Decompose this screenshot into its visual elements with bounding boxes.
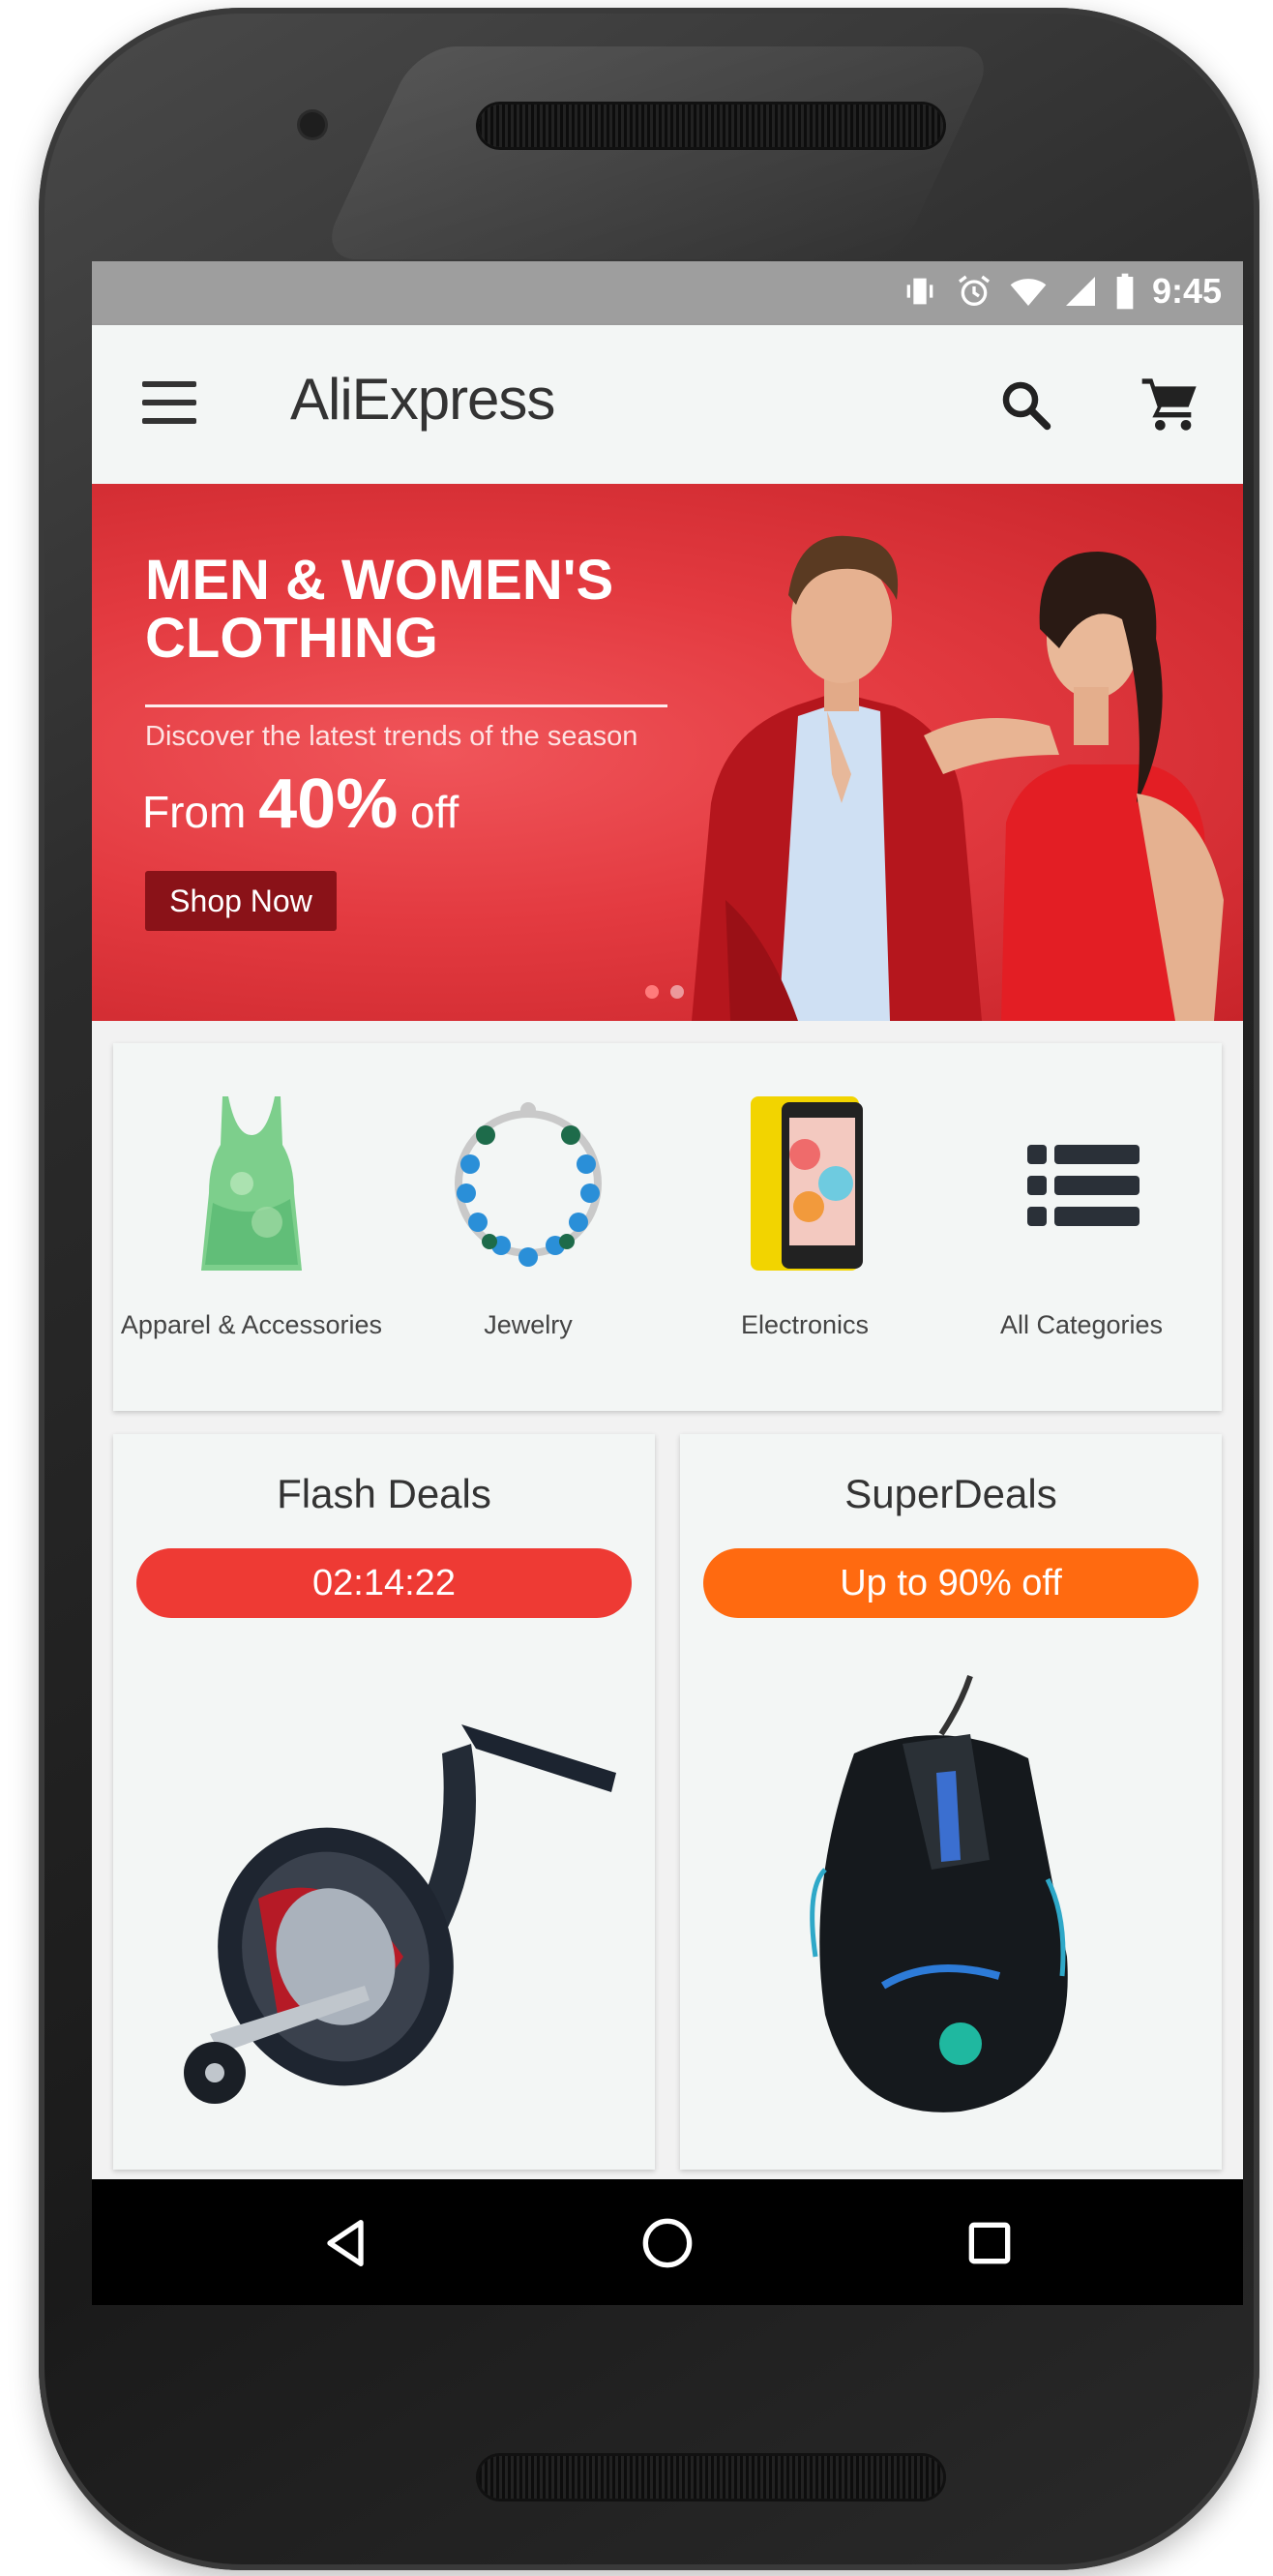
signal-icon <box>1065 277 1095 306</box>
carousel-dot-1[interactable] <box>645 985 659 999</box>
category-label: Jewelry <box>484 1310 573 1339</box>
models-photo <box>692 535 1224 1021</box>
menu-icon[interactable] <box>142 381 198 424</box>
flash-deals-card[interactable]: Flash Deals 02:14:22 <box>113 1434 655 2170</box>
wifi-icon <box>1010 279 1047 306</box>
home-icon[interactable] <box>636 2212 698 2274</box>
bottom-speaker-grille <box>479 2456 943 2499</box>
category-jewelry[interactable]: Jewelry <box>390 1043 666 1411</box>
app-bar: AliExpress <box>92 325 1243 484</box>
phone-glare <box>317 46 998 259</box>
fishing-reel-icon <box>184 1724 616 2104</box>
android-nav-bar <box>92 2179 1243 2305</box>
vibrate-icon <box>906 278 933 305</box>
gaming-mouse-icon <box>810 1675 1068 2112</box>
flash-deals-title: Flash Deals <box>277 1471 491 1516</box>
category-all[interactable]: All Categories <box>943 1043 1220 1411</box>
carousel-indicator <box>645 985 684 999</box>
category-label: All Categories <box>999 1310 1164 1339</box>
phone-screen: 9:45 AliExpress MEN & WOMEN'S CLOTHING D… <box>92 261 1243 2305</box>
recents-icon[interactable] <box>959 2212 1021 2274</box>
category-apparel[interactable]: Apparel & Accessories <box>113 1043 390 1411</box>
app-title: AliExpress <box>290 367 555 432</box>
carousel-dot-2[interactable] <box>670 985 684 999</box>
smartphone-icon <box>751 1096 863 1271</box>
super-deals-card[interactable]: SuperDeals Up to 90% off <box>680 1434 1222 2170</box>
shopping-cart-icon[interactable] <box>1139 374 1202 435</box>
list-icon <box>1027 1145 1140 1226</box>
necklace-icon <box>455 1102 602 1267</box>
super-deals-title: SuperDeals <box>844 1471 1057 1516</box>
super-deals-badge: Up to 90% off <box>703 1548 1199 1618</box>
top-speaker-grille <box>479 105 943 147</box>
price-percent: 40% <box>258 765 399 843</box>
category-grid: Apparel & Accessories Jewelry Electronic… <box>113 1043 1222 1411</box>
banner-divider <box>145 704 667 707</box>
category-label: Apparel & Accessories <box>120 1310 383 1339</box>
status-bar: 9:45 <box>92 261 1243 325</box>
category-label: Electronics <box>740 1310 870 1339</box>
price-prefix: From <box>142 787 247 837</box>
category-electronics[interactable]: Electronics <box>666 1043 943 1411</box>
back-icon[interactable] <box>314 2212 376 2274</box>
flash-deals-timer: 02:14:22 <box>136 1548 632 1618</box>
search-icon[interactable] <box>996 375 1054 434</box>
alarm-icon <box>958 275 990 306</box>
battery-icon <box>1116 273 1134 310</box>
promo-banner[interactable]: MEN & WOMEN'S CLOTHING Discover the late… <box>92 484 1243 1021</box>
banner-subtitle: Discover the latest trends of the season <box>145 721 638 752</box>
banner-discount: From 40% off <box>142 764 459 844</box>
price-suffix: off <box>410 787 459 837</box>
tank-top-icon <box>201 1096 302 1271</box>
shop-now-button[interactable]: Shop Now <box>145 871 337 931</box>
status-time: 9:45 <box>1151 271 1222 311</box>
front-camera <box>300 112 325 137</box>
